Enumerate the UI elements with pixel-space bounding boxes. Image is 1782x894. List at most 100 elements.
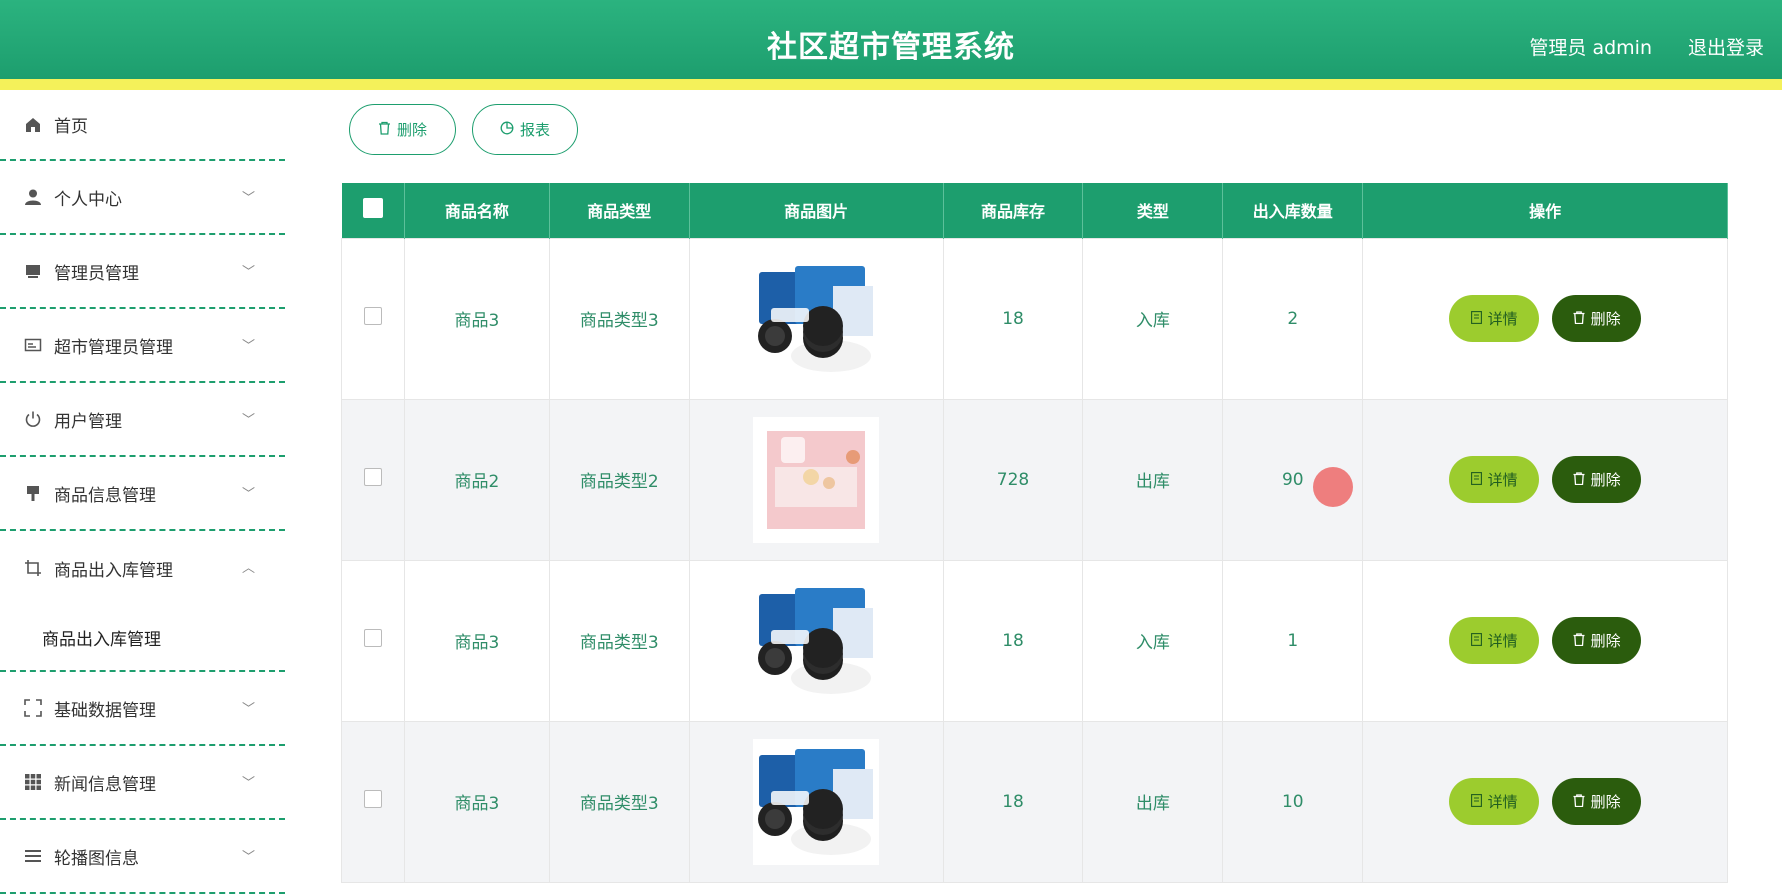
submenu-item-product-io[interactable]: 商品出入库管理: [0, 605, 285, 672]
delete-label: 删除: [1590, 632, 1621, 650]
sidebar: 首页 个人中心 ﹀ 管理员管理 ﹀ 超市管理员管理 ﹀ 用户管理 ﹀ 商品信息管…: [0, 90, 285, 894]
delete-button[interactable]: 删除: [1552, 617, 1642, 664]
io-type-cell: 入库: [1082, 237, 1224, 400]
sidebar-item-basic-data-management[interactable]: 基础数据管理 ﹀: [0, 672, 285, 746]
row-checkbox[interactable]: [363, 307, 382, 325]
stock-cell: 18: [942, 720, 1084, 883]
column-header: 操作: [1362, 183, 1728, 238]
crop-icon: [22, 557, 44, 579]
detail-button[interactable]: 详情: [1449, 295, 1540, 342]
column-header[interactable]: 商品类型: [549, 183, 690, 238]
select-all-cell: [341, 183, 405, 238]
detail-button[interactable]: 详情: [1449, 617, 1540, 664]
product-image[interactable]: [753, 416, 880, 543]
sidebar-item-label: 新闻信息管理: [54, 774, 156, 795]
main-content: 删除 报表 商品名称 商品类型 商品图片 商品库存 类型 出入库数量 操作 商品…: [285, 90, 1782, 883]
product-image-cell: [688, 398, 944, 561]
sidebar-item-label: 基础数据管理: [54, 700, 156, 721]
logout-link[interactable]: 退出登录: [1688, 33, 1764, 60]
product-name-cell: 商品3: [403, 237, 550, 400]
detail-button[interactable]: 详情: [1449, 778, 1540, 825]
detail-label: 详情: [1487, 310, 1518, 328]
sidebar-item-label: 轮播图信息: [54, 848, 139, 869]
trash-icon: [1573, 632, 1585, 650]
document-icon: [1470, 632, 1482, 650]
sidebar-item-market-admin-management[interactable]: 超市管理员管理 ﹀: [0, 309, 285, 383]
detail-label: 详情: [1487, 793, 1518, 811]
column-header[interactable]: 商品库存: [943, 183, 1084, 238]
sidebar-item-product-info-management[interactable]: 商品信息管理 ﹀: [0, 457, 285, 531]
column-header[interactable]: 出入库数量: [1222, 183, 1364, 238]
sidebar-item-label: 商品信息管理: [54, 485, 156, 506]
product-name-cell: 商品2: [403, 398, 550, 561]
chevron-down-icon: ﹀: [241, 487, 255, 502]
power-icon: [22, 408, 44, 430]
table-header-row: 商品名称 商品类型 商品图片 商品库存 类型 出入库数量 操作: [341, 183, 1728, 238]
trash-icon: [1573, 310, 1585, 328]
io-type-cell: 出库: [1082, 720, 1224, 883]
user-icon: [22, 186, 44, 208]
sidebar-item-product-io-management[interactable]: 商品出入库管理 ︿: [0, 531, 285, 605]
stock-cell: 18: [942, 237, 1084, 400]
home-icon: [22, 114, 44, 136]
io-type-cell: 入库: [1082, 559, 1224, 722]
sidebar-item-carousel-info[interactable]: 轮播图信息 ﹀: [0, 820, 285, 894]
table-row: 商品3 商品类型3 18: [341, 237, 1728, 400]
product-image[interactable]: [753, 255, 880, 382]
detail-label: 详情: [1487, 632, 1518, 650]
report-label: 报表: [519, 121, 550, 139]
trash-icon: [1573, 793, 1585, 811]
sidebar-item-home[interactable]: 首页: [0, 90, 285, 161]
app-header: 社区超市管理系统 管理员 admin 退出登录: [0, 0, 1782, 90]
product-image-cell: [688, 559, 944, 722]
document-icon: [1470, 793, 1482, 811]
product-type-cell: 商品类型3: [548, 237, 690, 400]
table-row: 商品3 商品类型3 18: [341, 559, 1728, 722]
row-select-cell: [341, 720, 405, 883]
detail-button[interactable]: 详情: [1449, 456, 1540, 503]
product-image-cell: [688, 720, 944, 883]
list-icon: [22, 845, 44, 867]
grid-icon: [22, 771, 44, 793]
sidebar-item-news-management[interactable]: 新闻信息管理 ﹀: [0, 746, 285, 820]
row-checkbox[interactable]: [363, 468, 382, 486]
pie-chart-icon: [500, 121, 514, 139]
actions-cell: 详情 删除: [1362, 237, 1728, 400]
select-all-checkbox[interactable]: [362, 198, 383, 219]
column-header[interactable]: 商品名称: [404, 183, 550, 238]
sidebar-item-personal-center[interactable]: 个人中心 ﹀: [0, 161, 285, 235]
table-row: 商品3 商品类型3 18: [341, 720, 1728, 883]
report-button[interactable]: 报表: [472, 104, 578, 155]
product-image[interactable]: [753, 577, 880, 704]
chevron-down-icon: ﹀: [241, 265, 255, 280]
delete-button[interactable]: 删除: [1552, 456, 1642, 503]
current-user-label: 管理员 admin: [1529, 37, 1652, 59]
io-quantity-cell: 10: [1222, 720, 1364, 883]
io-type-cell: 出库: [1082, 398, 1224, 561]
sidebar-item-user-management[interactable]: 用户管理 ﹀: [0, 383, 285, 457]
delete-button[interactable]: 删除: [1552, 778, 1642, 825]
trash-icon: [1573, 471, 1585, 489]
bulk-delete-button[interactable]: 删除: [349, 104, 456, 155]
chevron-down-icon: ﹀: [241, 702, 255, 717]
column-header[interactable]: 类型: [1082, 183, 1224, 238]
product-type-cell: 商品类型3: [548, 720, 690, 883]
product-name-cell: 商品3: [403, 720, 550, 883]
table-row: 商品2 商品类型2 728 出库 90 详情 删除: [341, 398, 1728, 561]
sidebar-item-label: 首页: [54, 117, 88, 137]
sidebar-item-admin-management[interactable]: 管理员管理 ﹀: [0, 235, 285, 309]
sidebar-item-label: 超市管理员管理: [54, 337, 173, 358]
stock-cell: 728: [942, 398, 1084, 561]
row-checkbox[interactable]: [363, 629, 382, 647]
product-type-cell: 商品类型3: [548, 559, 690, 722]
delete-label: 删除: [1590, 793, 1621, 811]
product-image[interactable]: [753, 738, 880, 865]
io-quantity-cell: 1: [1222, 559, 1364, 722]
row-checkbox[interactable]: [363, 790, 382, 808]
io-quantity-cell: 2: [1222, 237, 1364, 400]
delete-button[interactable]: 删除: [1552, 295, 1642, 342]
sidebar-item-label: 商品出入库管理: [54, 560, 173, 581]
chevron-down-icon: ﹀: [241, 850, 255, 865]
mouse-cursor-indicator: [1313, 467, 1353, 507]
column-header: 商品图片: [689, 183, 944, 238]
